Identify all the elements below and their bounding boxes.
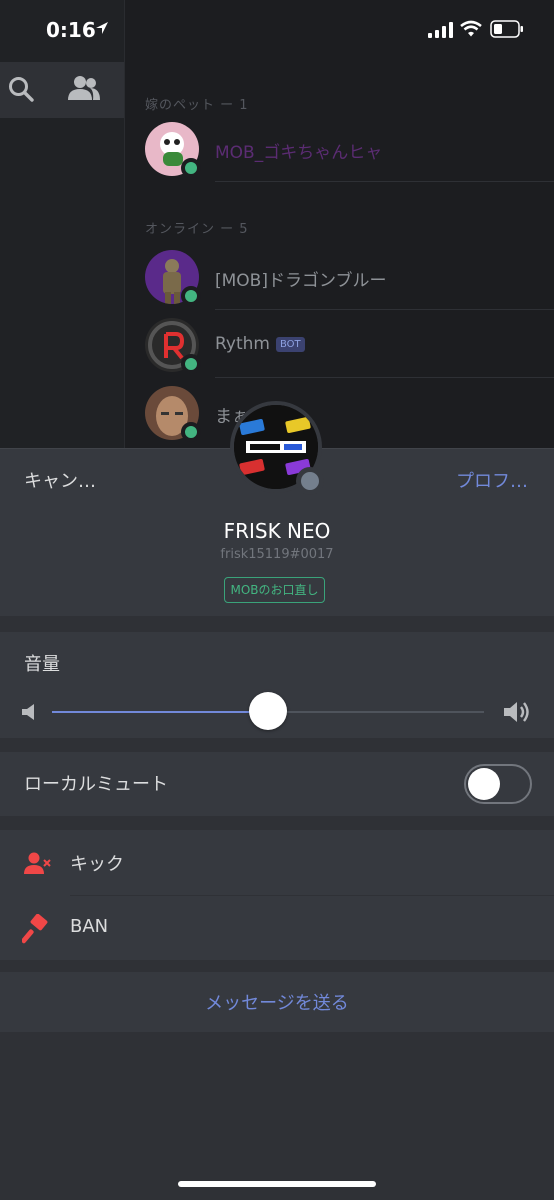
volume-high-icon [504,702,529,722]
volume-slider-fill [52,711,268,713]
location-arrow-icon [96,22,108,34]
section-label: 嫁のペット ー 1 [145,98,249,113]
cellular-signal-icon [428,22,453,38]
battery-icon [490,20,523,38]
home-indicator[interactable] [178,1181,376,1187]
local-mute-row: ローカルミュート [0,752,554,816]
user-tag: frisk15119#0017 [220,547,334,562]
search-icon[interactable] [8,76,34,102]
online-status-dot [181,158,201,178]
cancel-button[interactable]: キャン… [24,467,96,493]
friends-icon[interactable] [66,74,102,104]
volume-label: 音量 [24,654,60,675]
row-divider [215,309,554,310]
send-message-button[interactable]: メッセージを送る [0,989,554,1015]
bot-tag: BOT [275,336,305,352]
member-row[interactable]: まぁ [145,380,554,446]
profile-button[interactable]: プロフ… [456,467,528,493]
member-row[interactable]: Rythm BOT [145,312,554,378]
member-list: 嫁のペット ー 1 MOB_ゴキちゃんヒャ オンライン ー 5 [MOB]ドラゴ… [124,0,554,450]
kick-label: キック [70,854,124,875]
member-name-text: Rythm [215,334,270,354]
member-name: MOB_ゴキちゃんヒャ [215,143,383,163]
member-name: [MOB]ドラゴンブルー [215,271,387,291]
sheet-header: キャン… プロフ… FRISK NEO frisk15119#0017 MOBの… [0,401,554,616]
wifi-icon [460,20,482,37]
role-badge: MOBのお口直し [224,577,325,603]
online-status-dot [181,286,201,306]
username: FRISK NEO [223,519,331,543]
local-mute-toggle[interactable] [464,764,532,804]
user-action-sheet: キャン… プロフ… FRISK NEO frisk15119#0017 MOBの… [0,401,554,1200]
online-status-dot [181,422,201,442]
ban-label: BAN [70,916,109,937]
moderation-section: キック BAN [0,830,554,960]
status-time: 0:16 [46,18,96,42]
member-name: Rythm BOT [215,334,305,354]
send-message-row: メッセージを送る [0,972,554,1032]
kick-button[interactable]: キック [0,830,554,895]
volume-section: 音量 [0,632,554,738]
local-mute-label: ローカルミュート [24,774,168,795]
volume-low-icon [22,704,34,720]
left-navigation [0,0,124,450]
ban-button[interactable]: BAN [0,896,554,961]
online-status-dot [181,354,201,374]
kick-user-icon [24,852,51,874]
offline-status-dot [296,467,324,495]
status-bar: 0:16 [0,0,554,62]
member-row[interactable]: [MOB]ドラゴンブルー [145,244,554,310]
toggle-knob [468,768,500,800]
ban-hammer-icon [22,914,48,944]
row-divider [215,181,554,182]
member-row[interactable]: MOB_ゴキちゃんヒャ [145,116,554,182]
section-label: オンライン ー 5 [145,222,249,237]
row-divider [215,377,554,378]
volume-slider-thumb[interactable] [249,692,287,730]
